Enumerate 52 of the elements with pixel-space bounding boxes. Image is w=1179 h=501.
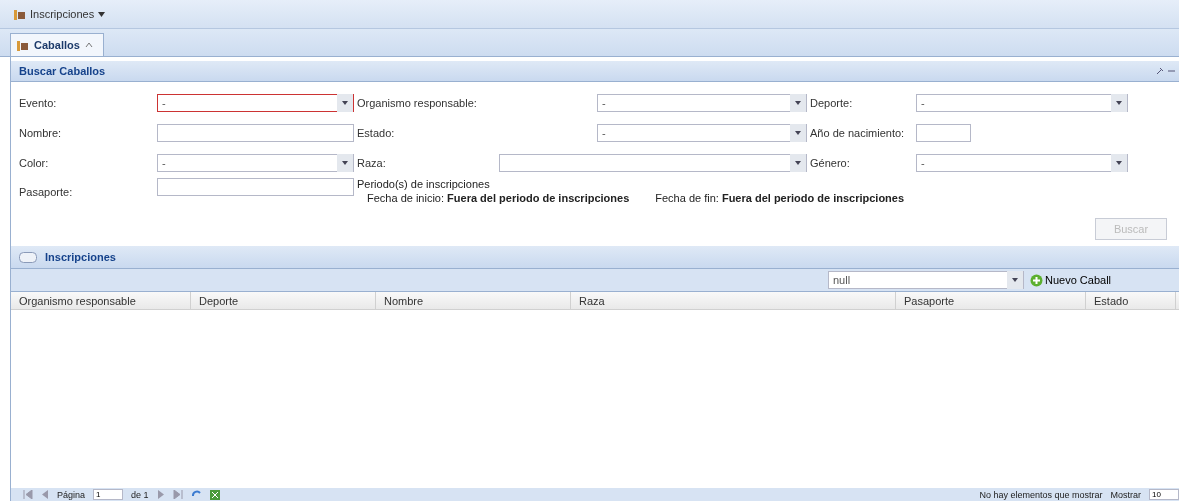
page-label: Página bbox=[57, 489, 86, 500]
add-icon bbox=[1030, 273, 1043, 287]
period-end-text: Fecha de fin: Fuera del periodo de inscripciones bbox=[655, 192, 905, 204]
panel-title: Buscar Caballos bbox=[19, 65, 106, 77]
column-header[interactable]: Pasaporte bbox=[896, 292, 1086, 309]
column-header[interactable]: Raza bbox=[571, 292, 896, 309]
collapse-icon[interactable] bbox=[19, 251, 37, 263]
field-label: Color: bbox=[19, 156, 50, 170]
spreadsheet-icon[interactable] bbox=[209, 489, 220, 500]
caret-icon bbox=[98, 11, 106, 17]
column-header[interactable]: Organismo responsable bbox=[11, 292, 191, 309]
dropdown-field[interactable]: - bbox=[157, 94, 354, 112]
page-size-label: Mostrar bbox=[1110, 489, 1141, 500]
first-page-icon[interactable] bbox=[23, 490, 33, 499]
column-header[interactable]: Deporte bbox=[191, 292, 376, 309]
dropdown-field[interactable]: null bbox=[828, 271, 1024, 289]
last-page-icon[interactable] bbox=[172, 490, 183, 499]
text-field[interactable] bbox=[157, 178, 354, 196]
status-text: No hay elementos que mostrar bbox=[979, 489, 1103, 500]
field-label: Deporte: bbox=[810, 96, 854, 110]
dropdown-field[interactable]: - bbox=[157, 154, 354, 172]
folder-icon bbox=[17, 39, 29, 51]
new-button[interactable]: Nuevo Caball bbox=[1030, 273, 1112, 287]
field-label: Organismo responsable: bbox=[357, 96, 478, 110]
field-label: Pasaporte: bbox=[19, 186, 74, 199]
page-count: de 1 bbox=[131, 489, 149, 500]
field-label: Nombre: bbox=[19, 126, 63, 140]
column-header[interactable]: Nombre bbox=[376, 292, 571, 309]
field-label: Estado: bbox=[357, 126, 396, 140]
field-label: Año de nacimiento: bbox=[810, 126, 906, 140]
dropdown-field[interactable]: - bbox=[916, 94, 1128, 112]
previous-page-icon[interactable] bbox=[41, 490, 49, 499]
tab-label: Caballos bbox=[34, 39, 80, 51]
dropdown-field[interactable]: - bbox=[916, 154, 1128, 172]
field-label: Evento: bbox=[19, 96, 58, 110]
field-label: Género: bbox=[810, 156, 851, 170]
dropdown-field[interactable] bbox=[499, 154, 807, 172]
menu-button[interactable]: Inscripciones bbox=[12, 6, 108, 22]
next-page-icon[interactable] bbox=[156, 490, 165, 499]
period-start-text: Fecha de inicio: Fuera del periodo de inscripciones bbox=[367, 192, 630, 204]
text-field[interactable] bbox=[157, 124, 354, 142]
folder-icon bbox=[14, 8, 26, 20]
dropdown-field[interactable]: - bbox=[597, 94, 807, 112]
page-size-field[interactable]: 10 bbox=[1149, 489, 1179, 500]
dropdown-field[interactable]: - bbox=[597, 124, 807, 142]
page-field[interactable]: 1 bbox=[93, 489, 124, 500]
tab[interactable]: Caballos bbox=[10, 33, 104, 56]
column-header[interactable]: Estado bbox=[1086, 292, 1176, 309]
section-label: Periodo(s) de inscripciones bbox=[357, 178, 491, 190]
text-field[interactable] bbox=[916, 124, 971, 142]
field-label: Raza: bbox=[357, 156, 387, 170]
panel-title: Inscripciones bbox=[45, 251, 116, 263]
